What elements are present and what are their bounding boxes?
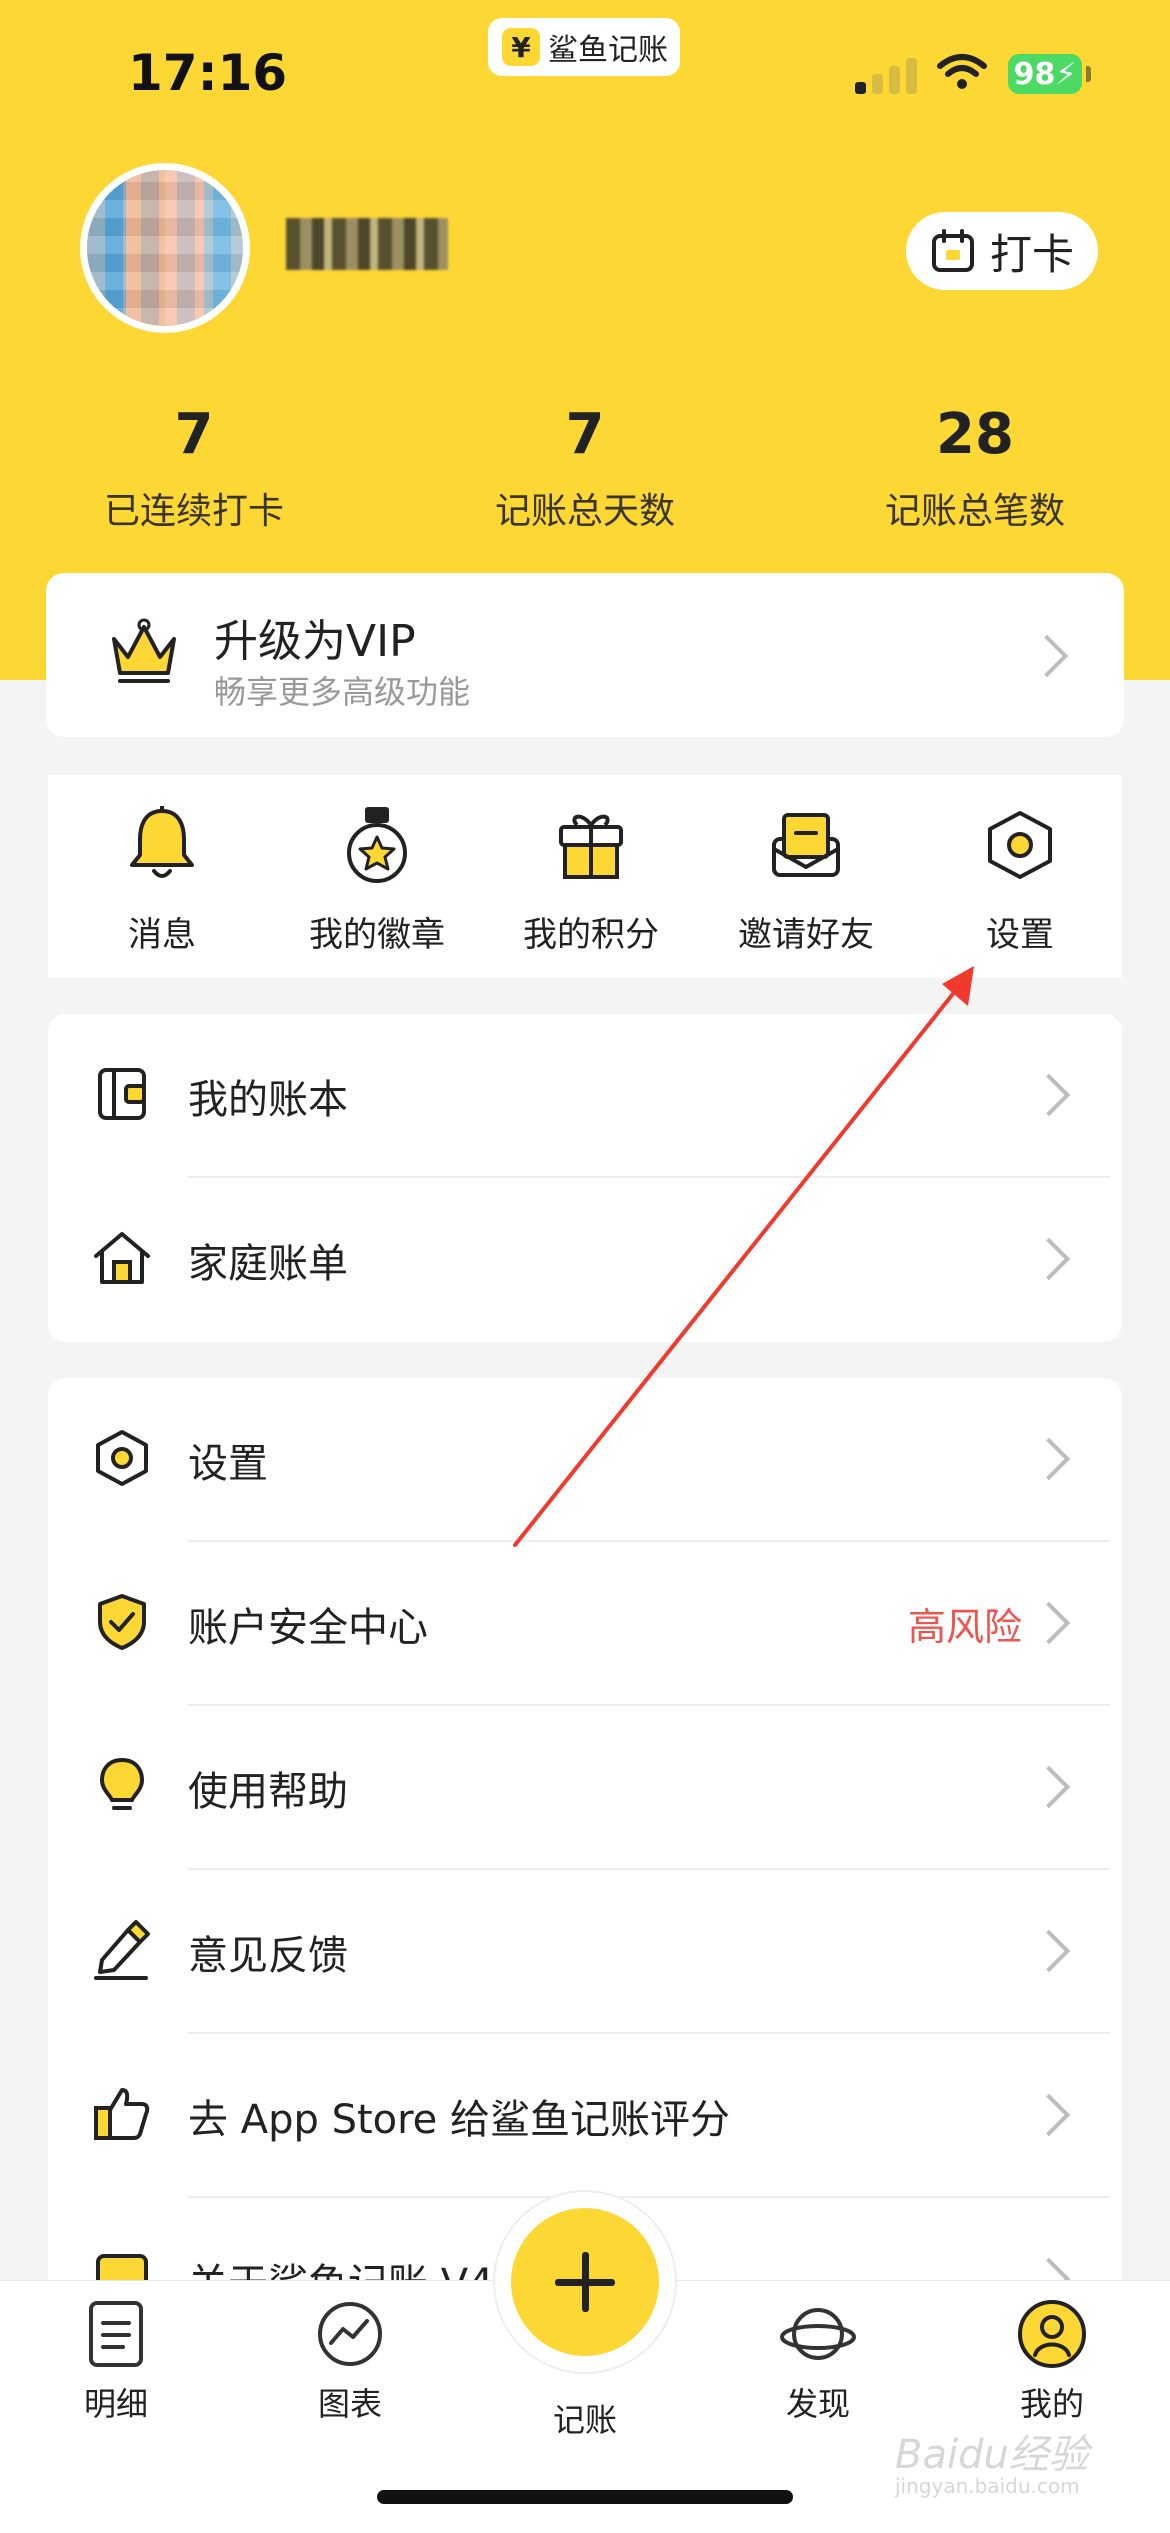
tab-label: 记账	[552, 2401, 617, 2439]
watermark-logo: Baidu经验	[895, 2432, 1089, 2478]
user-icon	[1018, 2300, 1086, 2368]
tab-discover[interactable]: 发现	[738, 2299, 898, 2425]
tab-label: 我的	[1019, 2385, 1084, 2423]
home-indicator	[377, 2490, 793, 2504]
list-icon	[89, 2301, 143, 2367]
tab-add-record[interactable]: 记账	[505, 2389, 665, 2441]
tab-charts[interactable]: 图表	[270, 2299, 430, 2425]
tab-label: 图表	[317, 2385, 382, 2423]
chart-icon	[318, 2302, 382, 2366]
plus-icon[interactable]	[511, 2208, 659, 2356]
tab-mine[interactable]: 我的	[972, 2299, 1132, 2425]
tab-details[interactable]: 明细	[36, 2299, 196, 2425]
watermark-url: jingyan.baidu.com	[895, 2474, 1080, 2498]
planet-icon	[780, 2308, 856, 2360]
tab-label: 明细	[83, 2385, 148, 2423]
annotation-arrow	[513, 966, 974, 1547]
tab-label: 发现	[785, 2385, 850, 2423]
